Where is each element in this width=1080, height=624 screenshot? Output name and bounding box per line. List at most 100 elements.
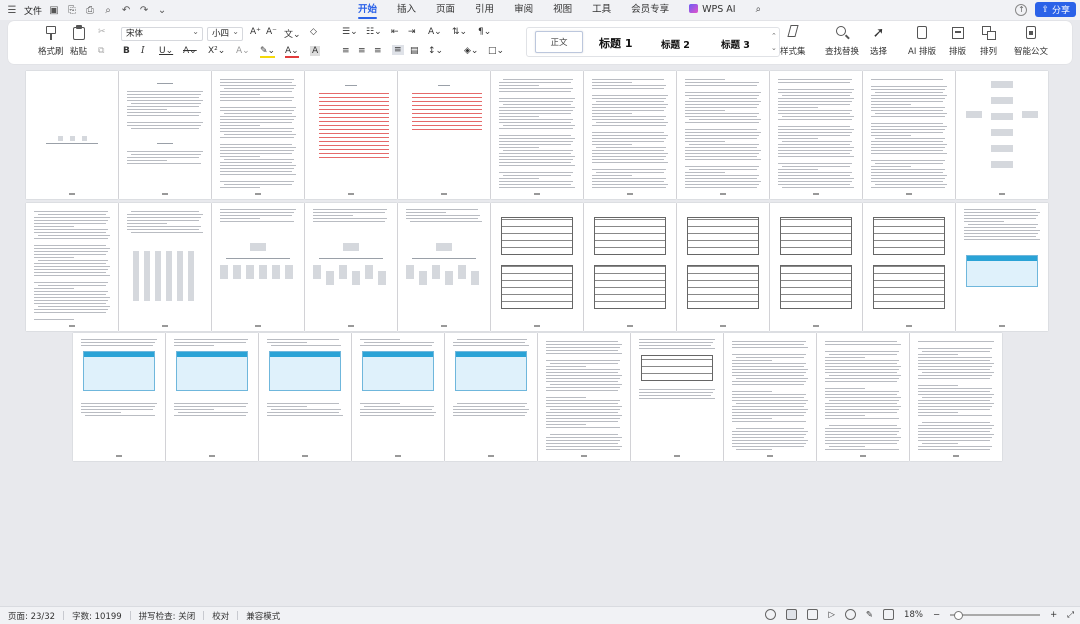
line-spacing-icon[interactable]: ↕⌄ [428,46,443,56]
align-left-icon[interactable]: ≡ [342,46,350,56]
page-thumbnail[interactable] [119,71,211,199]
tab-view[interactable]: 视图 [543,0,582,20]
grow-font-icon[interactable]: A⁺ [250,27,261,37]
font-color-icon[interactable]: A⌄ [285,46,299,58]
style-normal[interactable]: 正文 [535,31,583,53]
document-page-overview[interactable] [0,66,1080,604]
tab-home[interactable]: 开始 [348,0,387,20]
underline-icon[interactable]: U⌄ [159,46,173,56]
web-view-icon[interactable] [844,609,856,620]
page-thumbnail[interactable] [212,71,304,199]
fullscreen-icon[interactable]: ⤢ [1067,610,1074,620]
page-thumbnail[interactable] [817,333,909,461]
strikethrough-icon[interactable]: A⌄ [183,46,197,56]
tab-page[interactable]: 页面 [426,0,465,20]
bullet-list-icon[interactable]: ☰⌄ [342,27,358,37]
page-thumbnail[interactable] [631,333,723,461]
undo-icon[interactable]: ↶ [120,4,132,16]
print-preview-icon[interactable]: ⌕ [102,4,114,16]
text-direction-icon[interactable]: A⌄ [428,27,442,37]
page-thumbnail[interactable] [770,71,862,199]
format-painter-button[interactable]: 格式刷 [38,25,64,57]
page-thumbnail[interactable] [910,333,1002,461]
arrange-button[interactable]: 排列 [980,25,997,57]
tab-tools[interactable]: 工具 [582,0,621,20]
page-thumbnail[interactable] [677,71,769,199]
page-thumbnail[interactable] [863,203,955,331]
cloud-sync-icon[interactable]: ↑ [1015,3,1028,16]
page-thumbnail[interactable] [26,203,118,331]
superscript-icon[interactable]: X²⌄ [208,46,225,56]
style-set-button[interactable]: 样式集 [780,25,806,57]
tab-wps-ai[interactable]: WPS AI [679,0,745,20]
save-icon[interactable]: ▣ [48,4,60,16]
spell-check-toggle[interactable]: 拼写检查: 关闭 [131,610,204,622]
page-thumbnail[interactable] [584,203,676,331]
pen-icon[interactable]: ✎ [866,610,873,620]
word-count[interactable]: 字数: 10199 [64,610,130,622]
fit-page-icon[interactable] [883,609,895,620]
page-thumbnail[interactable] [677,203,769,331]
border-icon[interactable]: □⌄ [488,46,504,56]
more-icon[interactable]: ⌄ [156,4,168,16]
export-pdf-icon[interactable]: ⎘ [66,4,78,16]
show-marks-icon[interactable]: ¶⌄ [478,27,491,37]
bold-icon[interactable]: B [123,46,130,56]
page-thumbnail[interactable] [398,71,490,199]
highlight-icon[interactable]: ✎⌄ [260,46,276,58]
page-thumbnail[interactable] [956,203,1048,331]
outline-view-icon[interactable] [807,609,819,620]
share-button[interactable]: ⇪ 分享 [1035,2,1076,17]
shading-icon[interactable]: ◈⌄ [464,46,478,56]
font-name-select[interactable]: 宋体 [121,26,203,41]
search-icon[interactable]: ⌕ [746,0,771,20]
justify-icon[interactable]: ≡ [392,45,404,55]
tab-references[interactable]: 引用 [465,0,504,20]
find-replace-button[interactable]: 查找替换 [825,25,859,57]
redo-icon[interactable]: ↷ [138,4,150,16]
page-thumbnail[interactable] [166,333,258,461]
page-thumbnail[interactable] [445,333,537,461]
style-scroll-up-icon[interactable]: ⌃ [771,32,777,40]
clear-format-icon[interactable]: ◇ [310,27,317,37]
sort-icon[interactable]: ⇅⌄ [452,27,467,37]
style-more-icon[interactable]: ⌄ [771,44,777,52]
page-thumbnail[interactable] [26,71,118,199]
align-center-icon[interactable]: ≡ [358,46,366,56]
text-effect-icon[interactable]: A⌄ [236,46,250,56]
page-thumbnail[interactable] [119,203,211,331]
style-heading-1[interactable]: 标题 1 [599,35,632,51]
shrink-font-icon[interactable]: A⁻ [266,27,277,37]
increase-indent-icon[interactable]: ⇥ [408,27,416,37]
style-heading-3[interactable]: 标题 3 [721,37,750,51]
font-size-select[interactable]: 小四 [207,26,243,41]
zoom-level[interactable]: 18% [904,610,923,620]
page-indicator[interactable]: 页面: 23/32 [0,610,63,622]
page-thumbnail[interactable] [770,203,862,331]
eye-protect-icon[interactable] [765,609,777,620]
page-view-icon[interactable] [786,609,798,620]
cut-icon[interactable]: ✂ [98,27,106,37]
print-icon[interactable]: ⎙ [84,4,96,16]
page-thumbnail[interactable] [584,71,676,199]
copy-icon[interactable]: ⧉ [98,46,104,56]
layout-button[interactable]: 排版 [949,25,966,57]
zoom-slider[interactable] [950,610,1041,620]
zoom-out-icon[interactable]: − [933,610,940,620]
italic-icon[interactable]: I [141,46,145,56]
tab-member[interactable]: 会员专享 [621,0,679,20]
pinyin-icon[interactable]: 文⌄ [284,27,301,40]
char-shading-icon[interactable]: A [310,46,321,56]
page-thumbnail[interactable] [956,71,1048,199]
page-thumbnail[interactable] [259,333,351,461]
align-right-icon[interactable]: ≡ [374,46,382,56]
decrease-indent-icon[interactable]: ⇤ [391,27,399,37]
ai-layout-button[interactable]: AI 排版 [908,25,936,57]
page-thumbnail[interactable] [73,333,165,461]
numbered-list-icon[interactable]: ☷⌄ [366,27,382,37]
menu-icon[interactable]: ☰ [6,4,18,16]
play-icon[interactable]: ▷ [828,610,835,620]
page-thumbnail[interactable] [212,203,304,331]
page-thumbnail[interactable] [538,333,630,461]
style-heading-2[interactable]: 标题 2 [661,37,690,51]
